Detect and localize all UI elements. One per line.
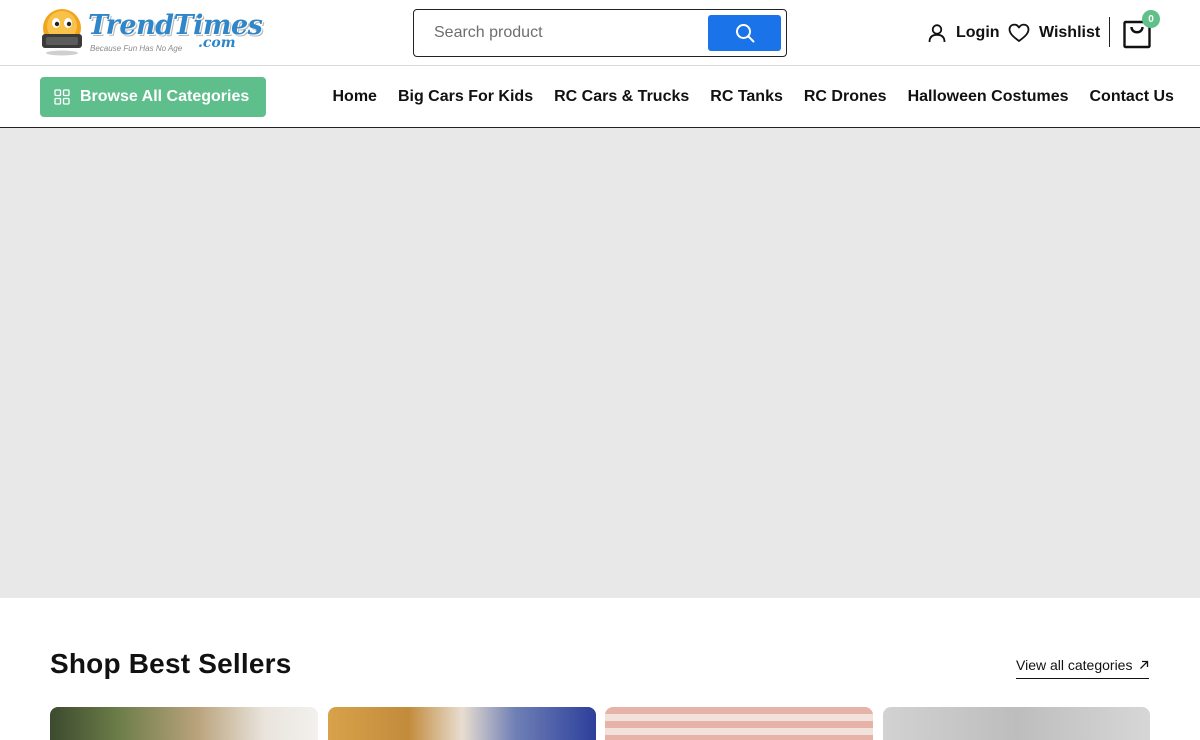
search-bar [413,9,787,57]
nav-item-contact-us[interactable]: Contact Us [1079,88,1184,106]
site-header: TrendTimes .com Because Fun Has No Age L… [0,0,1200,66]
wishlist-link[interactable]: Wishlist [1008,20,1100,46]
product-card-image[interactable] [50,707,318,740]
search-input[interactable] [426,20,706,46]
login-link[interactable]: Login [927,20,1000,46]
view-all-categories-label: View all categories [1016,657,1133,673]
logo-domain-suffix: .com [198,35,236,51]
view-all-categories-link[interactable]: View all categories [1016,657,1150,679]
hero-banner [0,128,1200,598]
main-navigation: Browse All Categories Home Big Cars For … [0,66,1200,128]
nav-item-rc-drones[interactable]: RC Drones [793,88,897,106]
login-label: Login [956,24,1000,41]
browse-categories-button[interactable]: Browse All Categories [40,77,266,117]
logo-tagline: Because Fun Has No Age [90,44,183,53]
search-button[interactable] [708,15,781,51]
best-sellers-title: Shop Best Sellers [50,648,292,679]
nav-item-big-cars-for-kids[interactable]: Big Cars For Kids [387,88,543,106]
logo-mascot-icon [42,9,82,56]
heart-icon [1008,23,1030,42]
best-sellers-cards [50,707,1150,740]
user-icon [928,24,946,43]
nav-item-rc-tanks[interactable]: RC Tanks [700,88,794,106]
product-card-image[interactable] [605,707,873,740]
header-divider [1109,17,1110,47]
grid-icon [54,89,70,105]
nav-item-halloween-costumes[interactable]: Halloween Costumes [897,88,1079,106]
wishlist-label: Wishlist [1039,24,1101,41]
logo-wordmark: TrendTimes [88,10,263,41]
cart-count-badge: 0 [1142,10,1160,28]
arrow-up-right-icon [1140,660,1149,669]
product-card-image[interactable] [883,707,1150,740]
product-card-image[interactable] [328,707,596,740]
nav-item-rc-cars-trucks[interactable]: RC Cars & Trucks [544,88,700,106]
nav-menu: Home Big Cars For Kids RC Cars & Trucks … [322,66,1184,128]
search-icon [735,24,754,43]
nav-item-home[interactable]: Home [322,88,387,106]
site-logo[interactable]: TrendTimes .com Because Fun Has No Age [38,4,263,60]
browse-categories-label: Browse All Categories [80,88,250,105]
